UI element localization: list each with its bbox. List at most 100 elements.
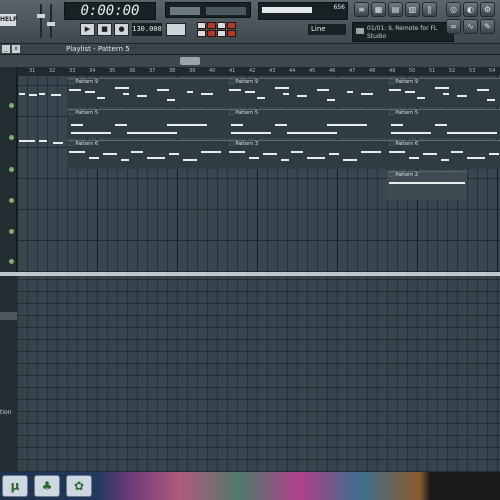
bar-number: 50 — [409, 68, 416, 74]
note-block — [435, 87, 449, 89]
note-block — [477, 132, 497, 134]
note-block — [389, 89, 401, 91]
wave-icon[interactable]: ∿ — [463, 19, 478, 34]
pattern-clip[interactable]: ⬚ Pattern 5 — [67, 109, 227, 138]
cpu-memory-meter: 656 — [258, 2, 348, 20]
users-icon[interactable]: ♣ — [34, 475, 60, 497]
rec-option-7[interactable] — [217, 30, 226, 37]
lower-track-header — [0, 276, 17, 472]
playlist-grid[interactable]: ⬚ Pattern 9 ⬚ Pattern 9 ⬚ Pattern 9 ⬚ Patte… — [17, 76, 500, 272]
cpu-icon[interactable]: ◎ — [446, 2, 461, 17]
bar-number: 37 — [149, 68, 156, 74]
note-block — [405, 91, 415, 93]
stop-button[interactable]: ■ — [97, 23, 112, 36]
utorrent-icon[interactable]: µ — [2, 475, 28, 497]
pattern-clip[interactable]: ⬚ Pattern 9 — [227, 78, 387, 107]
note-block — [115, 87, 129, 89]
pattern-selector[interactable] — [166, 23, 186, 36]
bar-number: 31 — [29, 68, 36, 74]
note-block — [123, 93, 129, 95]
step-sequencer-icon[interactable]: ▤ — [388, 2, 403, 17]
note-block — [343, 159, 357, 161]
pattern-clip-label: ⬚ Pattern 5 — [69, 110, 99, 116]
note-block — [85, 91, 95, 93]
pattern-clip[interactable]: ⬚ Pattern 9 — [67, 78, 227, 107]
cpu-value: 656 — [333, 4, 345, 11]
pattern-clip-label: ⬚ Pattern 9 — [69, 79, 99, 85]
pattern-clip-label: ⬚ Pattern 5 — [389, 110, 419, 116]
playlist-icon[interactable]: ≡ — [354, 2, 369, 17]
note-block — [229, 89, 241, 91]
note-block — [423, 153, 437, 155]
plugin-icon[interactable]: ◐ — [463, 2, 478, 17]
play-button[interactable]: ▶ — [80, 23, 95, 36]
note-block — [53, 142, 63, 144]
rec-option-2[interactable] — [207, 22, 216, 29]
link-icon[interactable]: ∞ — [446, 19, 461, 34]
note-block — [297, 95, 307, 97]
track-enable-icon[interactable] — [9, 259, 14, 264]
minimize-button[interactable]: _ — [2, 45, 10, 53]
rec-option-4[interactable] — [227, 22, 236, 29]
pattern-clip[interactable]: ⬚ Pattern 5 — [387, 109, 500, 138]
note-block — [127, 132, 157, 134]
pattern-clip-label: ⬚ Pattern 3 — [229, 141, 259, 147]
browser-icon[interactable]: ▥ — [405, 2, 420, 17]
rec-option-5[interactable] — [197, 30, 206, 37]
pattern-clip[interactable]: ⬚ Pattern 6 — [67, 140, 227, 169]
pattern-clip[interactable]: ⬚ Pattern 6 — [387, 140, 500, 169]
playlist-title: Playlist - Pattern 5 — [66, 45, 130, 53]
track-enable-icon[interactable] — [9, 198, 14, 203]
mixer-icon[interactable]: ∥ — [422, 2, 437, 17]
rec-option-8[interactable] — [227, 30, 236, 37]
close-button[interactable]: x — [12, 45, 20, 53]
note-block — [121, 159, 129, 161]
note-block — [39, 93, 45, 95]
note-block — [329, 153, 339, 155]
horizontal-scrollbar[interactable] — [0, 55, 500, 67]
note-block — [307, 157, 325, 159]
note-block — [69, 89, 81, 91]
note-block — [229, 151, 245, 153]
note-block — [447, 132, 477, 134]
playlist-titlebar: _ x Playlist - Pattern 5 — [0, 44, 500, 55]
note-block — [391, 132, 431, 134]
bar-ruler[interactable]: 31 32 33 34 35 36 37 38 39 40 41 42 43 44 45 46 47 48 49 50… — [17, 67, 500, 76]
bar-number: 33 — [69, 68, 76, 74]
note-block — [103, 153, 117, 155]
fl-studio-icon[interactable]: ✿ — [66, 475, 92, 497]
rec-option-6[interactable] — [207, 30, 216, 37]
settings-icon[interactable]: ⚙ — [480, 2, 495, 17]
pattern-clip[interactable]: ⬚ Pattern 5 — [227, 109, 387, 138]
note-block — [443, 93, 449, 95]
track-enable-icon[interactable] — [9, 229, 14, 234]
record-button[interactable]: ● — [114, 23, 129, 36]
master-sliders[interactable] — [36, 2, 58, 40]
song-position-display[interactable]: 0:00:00 — [64, 2, 156, 20]
pattern-clip-label: ⬚ Pattern 5 — [229, 110, 259, 116]
lower-selected-row — [0, 312, 17, 320]
rec-option-1[interactable] — [197, 22, 206, 29]
rec-option-3[interactable] — [217, 22, 226, 29]
note-block — [457, 95, 467, 97]
tools-icon[interactable]: ✎ — [480, 19, 495, 34]
lower-grid[interactable] — [17, 276, 500, 472]
note-block — [69, 151, 85, 153]
note-block — [71, 124, 83, 126]
pattern-clip[interactable]: ⬚ Pattern 9 — [387, 78, 500, 107]
scroll-thumb[interactable] — [180, 57, 200, 65]
pattern-clip[interactable]: ⬚ Pattern 2 — [387, 171, 467, 200]
track-enable-icon[interactable] — [9, 167, 14, 172]
tempo-display[interactable]: 130.000 — [132, 23, 162, 36]
snap-selector[interactable]: Line — [308, 24, 346, 35]
track-enable-icon[interactable] — [9, 103, 14, 108]
note-block — [275, 124, 287, 126]
note-block — [283, 93, 289, 95]
pattern-clip[interactable]: ⬚ Pattern 3 — [227, 140, 387, 169]
note-block — [169, 153, 179, 155]
track-enable-icon[interactable] — [9, 135, 14, 140]
help-button[interactable]: HELP — [0, 14, 17, 26]
lower-panel-label: tion — [0, 409, 12, 416]
piano-roll-icon[interactable]: ▦ — [371, 2, 386, 17]
note-block — [435, 124, 447, 126]
